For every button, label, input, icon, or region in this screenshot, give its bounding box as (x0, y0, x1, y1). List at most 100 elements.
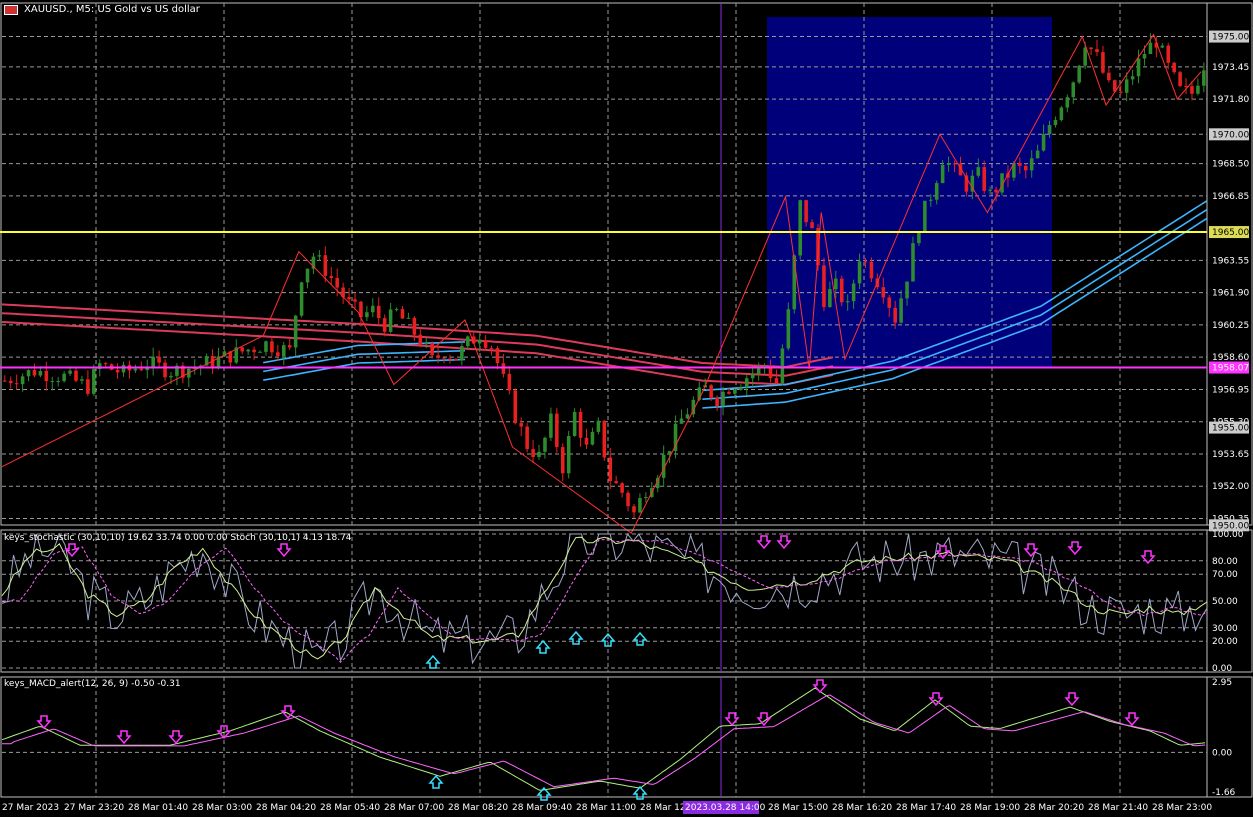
candle-body (1077, 65, 1081, 83)
candle-body (466, 336, 470, 347)
price-chart[interactable]: 1975.00 1973.45 1971.80 1970.00 1968.50 1966.… (0, 0, 1253, 817)
candle-body (8, 380, 13, 384)
price-tick-label: 1961.90 (1212, 289, 1249, 299)
candle-body (1035, 150, 1040, 159)
candle-body (572, 411, 577, 436)
candle-body (252, 349, 256, 353)
candle-body (264, 341, 268, 352)
candle-body (1053, 119, 1058, 126)
candle-body (62, 373, 66, 382)
pane-border (0, 676, 1253, 798)
macd-sell-arrow (36, 715, 52, 730)
stoch-sell-arrow (1067, 541, 1083, 556)
candle-body (555, 413, 559, 448)
candle-body (353, 299, 357, 302)
candle-body (881, 287, 886, 298)
candle-body (32, 370, 37, 376)
time-tick-label: 28 Mar 16:20 (832, 803, 892, 813)
candle-body (911, 243, 915, 282)
macd-tick-label: 2.95 (1212, 678, 1232, 688)
price-tick-label: 1971.80 (1212, 95, 1249, 105)
candle-body (1095, 49, 1099, 53)
candle-body (1124, 79, 1129, 93)
candle-body (442, 357, 446, 359)
candle-body (822, 265, 826, 308)
candle-body (1136, 58, 1141, 77)
candle-body (1160, 45, 1165, 48)
candle-body (733, 389, 737, 394)
time-tick-label: 28 Mar 05:40 (320, 803, 380, 813)
candle-body (543, 437, 547, 452)
candle-body (299, 282, 304, 316)
candle-body (281, 345, 286, 357)
candle-body (406, 317, 411, 319)
candle-body (157, 356, 161, 363)
time-tick-label: 28 Mar 03:00 (192, 803, 252, 813)
candle-body (276, 352, 280, 357)
candle-body (133, 368, 138, 371)
stoch-sell-arrow (756, 535, 772, 550)
candle-body (798, 200, 802, 256)
time-tick-label: 28 Mar 23:00 (1152, 803, 1212, 813)
candle-body (418, 334, 423, 345)
time-tick-label: 28 Mar 09:40 (512, 803, 572, 813)
candle-body (976, 167, 981, 176)
candle-body (899, 298, 903, 323)
macd-tick-label: -1.66 (1212, 788, 1236, 798)
stochastic-title: keys_stochastic (30,10,10) 19.62 33.74 0… (4, 533, 352, 543)
candle-body (80, 379, 84, 381)
candle-body (513, 390, 518, 424)
price-badge-1955: 1955.00 (1212, 424, 1249, 434)
candle-body (394, 309, 399, 311)
candle-body (626, 492, 630, 507)
candle-body (74, 370, 78, 381)
candle-body (566, 435, 571, 474)
candle-body (620, 483, 624, 493)
candle-body (863, 261, 868, 263)
candle-body (519, 423, 523, 427)
time-tick-label: 28 Mar 08:20 (448, 803, 508, 813)
candle-body (1196, 85, 1200, 94)
macd-title: keys_MACD_alert(12, 26, 9) -0.50 -0.31 (4, 679, 181, 689)
candle-body (436, 355, 440, 358)
candle-body (400, 309, 405, 319)
candle-body (709, 385, 713, 398)
candle-body (1059, 107, 1064, 120)
time-tick-label: 28 Mar 11:00 (576, 803, 636, 813)
highlight-box (767, 17, 1052, 368)
time-tick-label: 28 Mar 01:40 (128, 803, 188, 813)
price-tick-label: 1953.65 (1212, 450, 1249, 460)
candle-body (489, 347, 494, 349)
candle-body (905, 281, 909, 299)
candle-body (246, 349, 250, 352)
candle-body (644, 496, 648, 499)
candle-body (614, 481, 618, 484)
stoch-tick-label: 100.00 (1212, 530, 1244, 540)
price-tick-label: 1956.95 (1212, 385, 1249, 395)
candle-body (780, 348, 785, 384)
time-tick-label: 28 Mar 04:20 (256, 803, 316, 813)
candle-body (1202, 70, 1206, 86)
macd-main-line (1, 687, 1206, 791)
candle-body (56, 381, 60, 383)
candle-body (869, 261, 874, 279)
price-tick-label: 1963.55 (1212, 256, 1249, 266)
macd-signal-line (2, 694, 1206, 788)
stoch-sell-arrow (1023, 543, 1039, 558)
candle-body (1148, 42, 1153, 55)
candle-body (163, 362, 167, 378)
macd-pane: 2.95 0.00 -1.66 (0, 676, 1253, 801)
candle-body (1083, 47, 1087, 66)
candle-body (317, 255, 322, 257)
candle-body (721, 391, 725, 407)
candle-body (982, 167, 986, 191)
candle-body (679, 418, 684, 424)
time-tick-label: 28 Mar 17:40 (896, 803, 956, 813)
candle-body (305, 268, 310, 283)
stochastic-pane: 100.00 80.00 70.00 50.00 30.00 20.00 0.00 (0, 529, 1253, 674)
candle-body (1029, 158, 1034, 171)
candle-body (477, 340, 482, 344)
candle-body (608, 457, 613, 482)
candle-body (287, 345, 292, 348)
macd-buy-arrow (428, 774, 444, 789)
